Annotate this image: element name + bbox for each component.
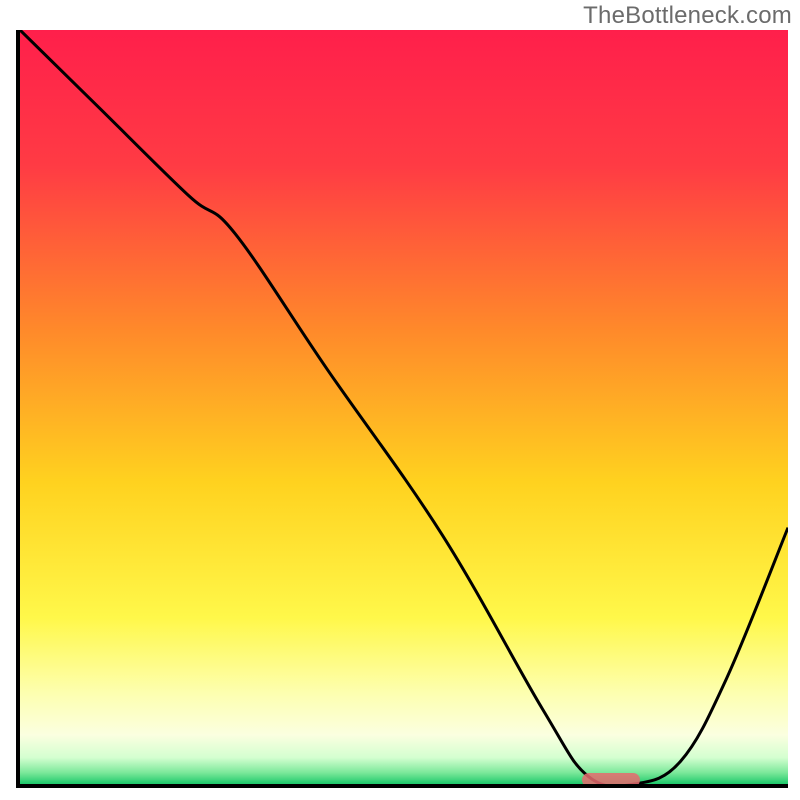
curve-layer (20, 30, 788, 784)
watermark-text: TheBottleneck.com (583, 2, 792, 30)
optimal-marker (582, 773, 640, 787)
bottleneck-curve (20, 30, 788, 784)
plot-area (16, 30, 788, 788)
chart-container: TheBottleneck.com (0, 0, 800, 800)
